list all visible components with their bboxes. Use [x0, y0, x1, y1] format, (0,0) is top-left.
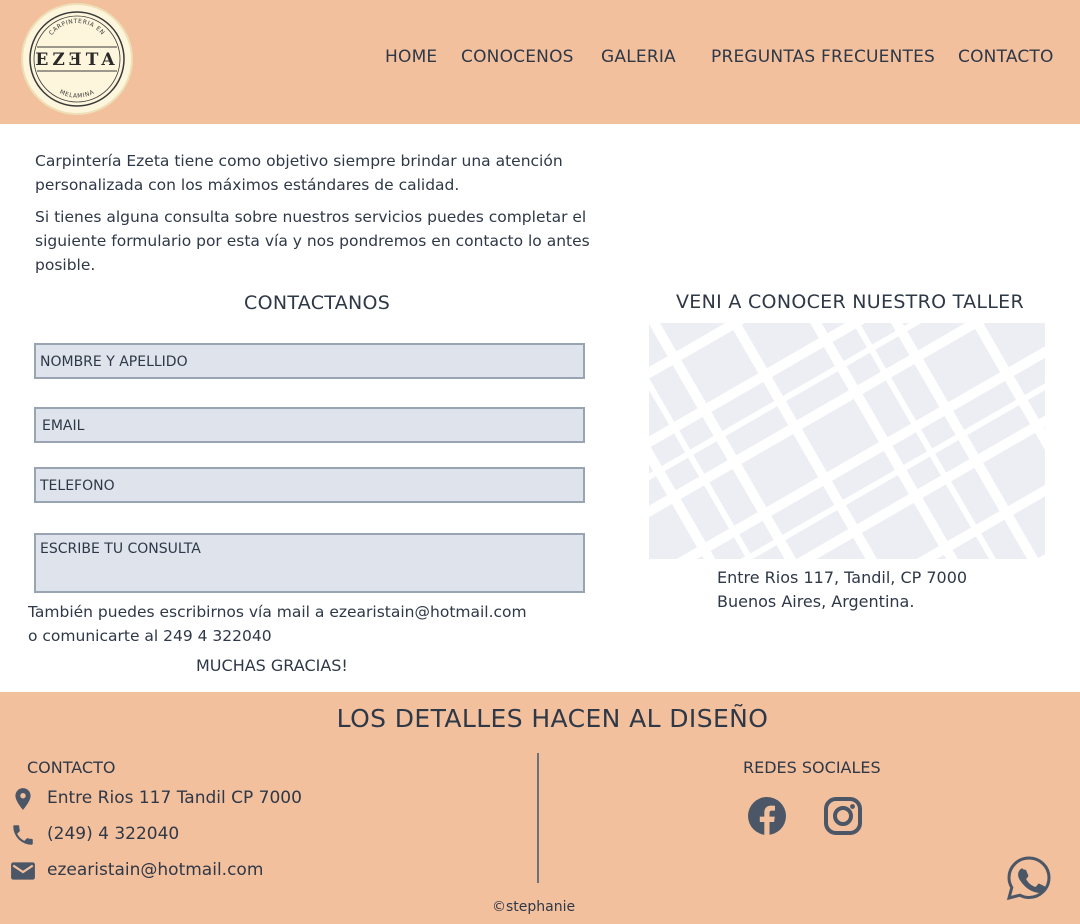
intro-paragraph-1: Carpintería Ezeta tiene como objetivo si…	[35, 152, 563, 194]
name-field-placeholder: NOMBRE Y APELLIDO	[40, 354, 188, 370]
facebook-icon[interactable]	[747, 796, 787, 836]
site-footer: LOS DETALLES HACEN AL DISEÑO CONTACTO En…	[0, 692, 1080, 924]
message-field-placeholder: ESCRIBE TU CONSULTA	[40, 541, 201, 557]
logo-bottom-text: MELAMINA	[58, 88, 95, 99]
footer-contact-title: CONTACTO	[27, 758, 116, 777]
email-field[interactable]: EMAIL	[34, 407, 585, 443]
footer-email[interactable]: ezearistain@hotmail.com	[47, 860, 263, 880]
footer-social-title: REDES SOCIALES	[743, 758, 881, 777]
workshop-address-line-2: Buenos Aires, Argentina.	[717, 592, 915, 611]
nav-home[interactable]: HOME	[385, 47, 437, 67]
brand-logo[interactable]: CARPINTERIA EN EZƎTA MELAMINA	[21, 3, 133, 115]
phone-icon	[13, 825, 33, 845]
nav-galeria[interactable]: GALERIA	[601, 47, 676, 67]
footer-phone[interactable]: (249) 4 322040	[47, 824, 179, 844]
location-pin-icon	[15, 788, 31, 810]
phone-field-placeholder: TELEFONO	[40, 478, 115, 494]
contact-form-title: CONTACTANOS	[244, 292, 391, 314]
thanks-text: MUCHAS GRACIAS!	[196, 656, 348, 675]
phone-field[interactable]: TELEFONO	[34, 467, 585, 503]
footer-divider	[537, 753, 539, 883]
instagram-icon[interactable]	[823, 796, 863, 836]
logo-emblem-icon: CARPINTERIA EN EZƎTA MELAMINA	[29, 11, 125, 107]
footer-title: LOS DETALLES HACEN AL DISEÑO	[336, 704, 769, 733]
logo-main-text: EZƎTA	[35, 50, 118, 70]
workshop-address-line-1: Entre Rios 117, Tandil, CP 7000	[717, 568, 968, 587]
intro-paragraph-2: Si tienes alguna consulta sobre nuestros…	[35, 208, 590, 274]
copyright-text: ©stephanie	[492, 899, 576, 915]
map-embed[interactable]	[649, 323, 1045, 559]
footer-address: Entre Rios 117 Tandil CP 7000	[47, 788, 302, 808]
svg-text:MELAMINA: MELAMINA	[58, 88, 95, 99]
message-field[interactable]: ESCRIBE TU CONSULTA	[34, 533, 585, 593]
contact-note-line-2: o comunicarte al 249 4 322040	[28, 627, 272, 645]
site-header: CARPINTERIA EN EZƎTA MELAMINA HOME CONOC…	[0, 0, 1080, 124]
nav-conocenos[interactable]: CONOCENOS	[461, 47, 574, 67]
contact-note-line-1: También puedes escribirnos vía mail a ez…	[28, 603, 527, 621]
name-field[interactable]: NOMBRE Y APELLIDO	[34, 343, 585, 379]
workshop-title: VENI A CONOCER NUESTRO TALLER	[676, 291, 1024, 313]
nav-contacto[interactable]: CONTACTO	[958, 47, 1054, 67]
whatsapp-icon[interactable]	[1006, 855, 1052, 901]
map-streets-graphic	[649, 323, 1045, 559]
nav-preguntas-frecuentes[interactable]: PREGUNTAS FRECUENTES	[711, 47, 935, 67]
envelope-icon	[11, 862, 35, 880]
email-field-placeholder: EMAIL	[42, 418, 85, 434]
